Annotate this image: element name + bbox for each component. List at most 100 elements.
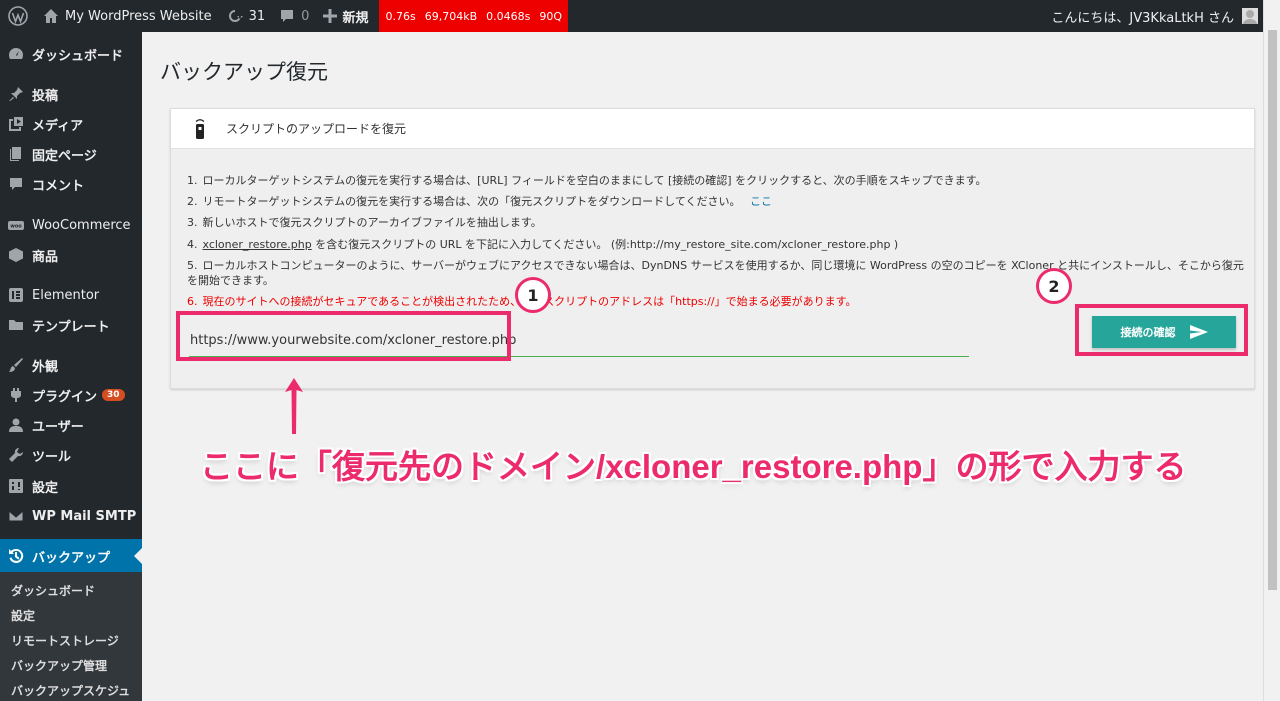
- page-icon: [8, 146, 24, 162]
- highlight-box-button: [1075, 304, 1248, 356]
- menu-label: WP Mail SMTP: [32, 508, 137, 524]
- submenu-remote-storage[interactable]: リモートストレージ: [11, 632, 119, 649]
- card-header: スクリプトのアップロードを復元: [171, 109, 1254, 149]
- menu-comments[interactable]: コメント: [0, 167, 142, 201]
- wrench-icon: [8, 447, 24, 463]
- step-text: ローカルターゲットシステムの復元を実行する場合は、[URL] フィールドを空白の…: [202, 174, 987, 187]
- page-scrollbar[interactable]: [1263, 0, 1280, 701]
- step-item: 1. ローカルターゲットシステムの復元を実行する場合は、[URL] フィールドを…: [187, 173, 1249, 188]
- step-number: 5.: [187, 259, 198, 272]
- updates-link[interactable]: 31: [219, 0, 273, 32]
- pin-icon: [8, 86, 24, 102]
- plus-icon: [323, 9, 338, 23]
- menu-label: 外観: [32, 359, 59, 375]
- menu-label: コメント: [32, 178, 85, 194]
- submenu-dashboard[interactable]: ダッシュボード: [11, 582, 95, 599]
- updates-count: 31: [248, 8, 266, 24]
- wordpress-logo-icon[interactable]: [0, 0, 36, 32]
- menu-media[interactable]: メディア: [0, 107, 142, 141]
- menu-backup[interactable]: バックアップ: [0, 539, 142, 573]
- perf-db-time: 0.0468s: [486, 9, 531, 23]
- backup-submenu: ダッシュボード 設定 リモートストレージ バックアップ管理 バックアップスケジュ: [0, 572, 142, 701]
- menu-templates[interactable]: テンプレート: [0, 308, 142, 342]
- card-title: スクリプトのアップロードを復元: [226, 122, 407, 136]
- menu-label: ツール: [32, 449, 72, 465]
- backup-icon: [8, 548, 24, 564]
- menu-woocommerce[interactable]: woo WooCommerce: [0, 208, 142, 242]
- mail-icon: [8, 508, 24, 524]
- step-marker-2: 2: [1036, 268, 1072, 304]
- menu-tools[interactable]: ツール: [0, 438, 142, 472]
- scrollbar-thumb[interactable]: [1268, 30, 1277, 590]
- download-script-link[interactable]: ここ: [750, 195, 772, 208]
- admin-bar: My WordPress Website 31 0 新規 0.76s 69,70…: [0, 0, 1280, 32]
- menu-products[interactable]: 商品: [0, 238, 142, 272]
- new-label: 新規: [342, 10, 369, 26]
- remote-icon: [194, 118, 206, 140]
- dashboard-icon: [8, 46, 24, 62]
- user-icon: [8, 417, 24, 433]
- comment-icon: [8, 176, 24, 192]
- menu-label: 設定: [32, 480, 59, 496]
- instruction-callout: ここに「復元先のドメイン/xcloner_restore.php」の形で入力する: [200, 448, 1187, 485]
- query-monitor-stats[interactable]: 0.76s 69,704kB 0.0468s 90Q: [379, 0, 568, 32]
- plugins-update-badge: 30: [102, 389, 125, 401]
- menu-appearance[interactable]: 外観: [0, 348, 142, 382]
- submenu-backup-manage[interactable]: バックアップ管理: [11, 657, 107, 674]
- submenu-settings[interactable]: 設定: [11, 607, 35, 624]
- site-name-link[interactable]: My WordPress Website: [36, 0, 219, 32]
- menu-label: ユーザー: [32, 419, 84, 435]
- perf-memory: 69,704kB: [424, 9, 478, 23]
- brush-icon: [8, 357, 24, 373]
- home-icon: [44, 9, 58, 23]
- menu-label: メディア: [32, 118, 84, 134]
- menu-label: Elementor: [32, 287, 100, 303]
- plugin-icon: [8, 387, 24, 403]
- menu-dashboard[interactable]: ダッシュボード: [0, 37, 142, 71]
- step-number: 1.: [187, 174, 198, 187]
- menu-label: 商品: [32, 249, 59, 265]
- menu-pages[interactable]: 固定ページ: [0, 137, 142, 171]
- step-marker-1: 1: [515, 277, 551, 313]
- elementor-icon: [8, 287, 24, 303]
- menu-settings[interactable]: 設定: [0, 469, 142, 503]
- box-icon: [8, 247, 24, 263]
- perf-time: 0.76s: [385, 9, 416, 23]
- step-item: 5. ローカルホストコンピューターのように、サーバーがウェブにアクセスできない場…: [187, 258, 1249, 288]
- menu-label: ダッシュボード: [32, 48, 124, 64]
- step-number: 3.: [187, 216, 198, 229]
- step-number: 4.: [187, 238, 198, 251]
- menu-label: バックアップ: [32, 550, 111, 566]
- greeting: こんにちは、JV3KkaLtkH さん: [1051, 10, 1234, 26]
- perf-queries: 90Q: [539, 9, 562, 23]
- menu-plugins[interactable]: プラグイン 30: [0, 378, 142, 412]
- step-text: リモートターゲットシステムの復元を実行する場合は、次の「復元スクリプトをダウンロ…: [202, 195, 741, 208]
- woo-icon: woo: [8, 217, 24, 233]
- admin-menu: ダッシュボード 投稿 メディア 固定ページ コメント woo WooCommer…: [0, 32, 142, 701]
- highlight-box-url: [176, 311, 511, 361]
- submenu-backup-schedule[interactable]: バックアップスケジュ: [11, 682, 130, 699]
- step-number: 2.: [187, 195, 198, 208]
- step-item: 4. xcloner_restore.php を含む復元スクリプトの URL を…: [187, 237, 1249, 252]
- refresh-icon: [228, 10, 243, 22]
- avatar: [1242, 8, 1258, 24]
- step-text: を含む復元スクリプトの URL を下記に入力してください。 (例:http://…: [311, 238, 899, 251]
- menu-label: テンプレート: [32, 319, 110, 335]
- menu-posts[interactable]: 投稿: [0, 77, 142, 111]
- comments-link[interactable]: 0: [272, 0, 316, 32]
- new-content-link[interactable]: 新規: [316, 0, 375, 32]
- menu-wp-mail-smtp[interactable]: WP Mail SMTP: [0, 499, 142, 533]
- menu-elementor[interactable]: Elementor: [0, 278, 142, 312]
- site-name: My WordPress Website: [65, 8, 212, 24]
- comments-count: 0: [301, 8, 310, 24]
- comment-icon: [281, 10, 294, 22]
- my-account[interactable]: こんにちは、JV3KkaLtkH さん: [1051, 7, 1280, 26]
- step-filename: xcloner_restore.php: [202, 238, 312, 251]
- step-text: ローカルホストコンピューターのように、サーバーがウェブにアクセスできない場合は、…: [187, 259, 1244, 287]
- folder-icon: [8, 317, 24, 333]
- menu-label: プラグイン: [32, 389, 98, 405]
- page-title: バックアップ復元: [160, 60, 328, 84]
- menu-users[interactable]: ユーザー: [0, 408, 142, 442]
- menu-label: 投稿: [32, 88, 59, 104]
- menu-label: 固定ページ: [32, 148, 97, 164]
